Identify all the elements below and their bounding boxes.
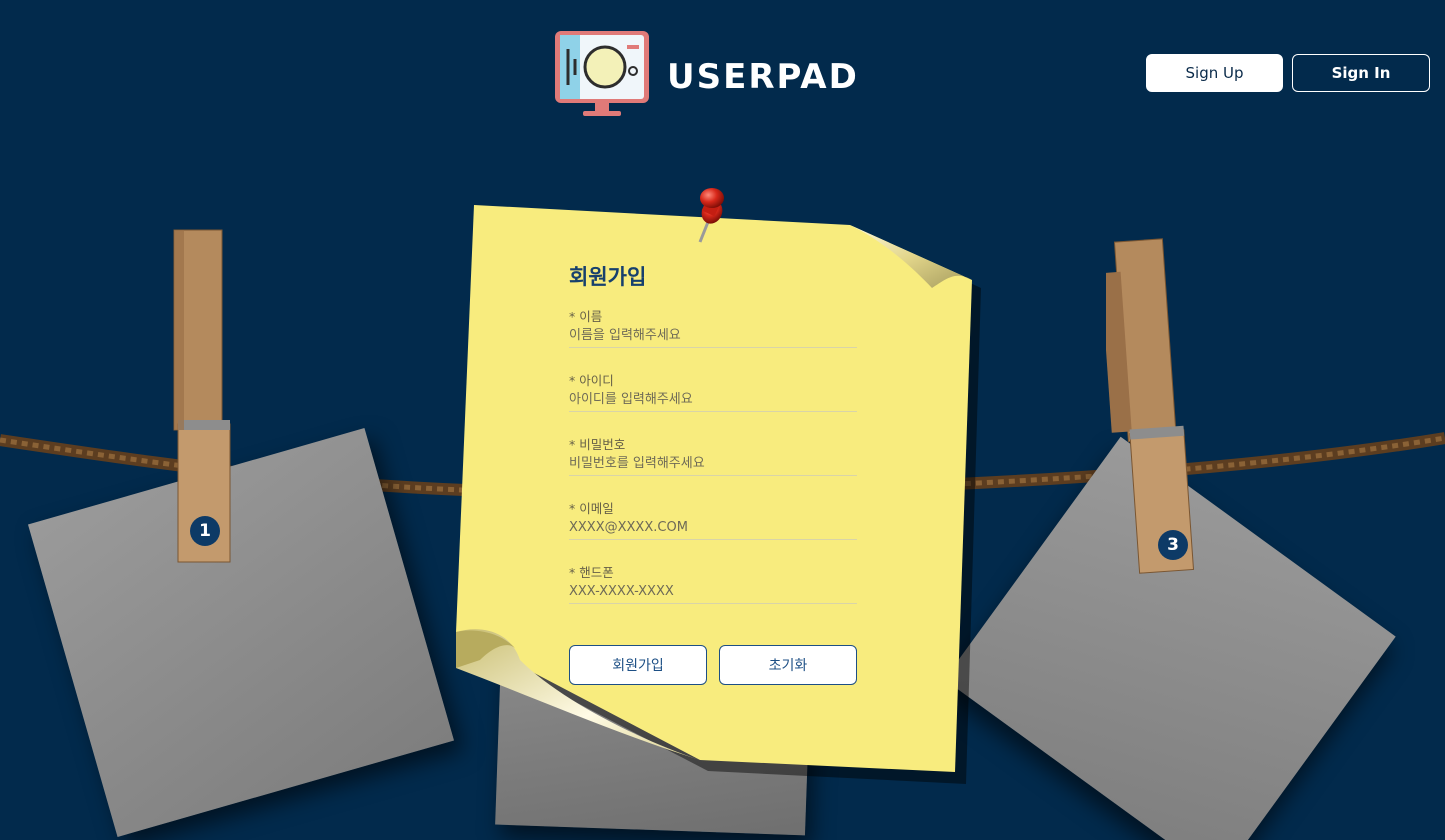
userid-input[interactable]	[569, 388, 857, 412]
name-label: * 이름	[569, 309, 603, 324]
email-input[interactable]	[569, 516, 857, 540]
peg-number-badge: 3	[1158, 530, 1188, 560]
brand-name: USERPAD	[667, 57, 859, 97]
phone-label: * 핸드폰	[569, 565, 614, 580]
brand-logo[interactable]: USERPAD	[553, 29, 873, 119]
email-field-group: * 이메일	[569, 498, 857, 562]
monitor-logo-icon	[555, 31, 649, 116]
phone-field-group: * 핸드폰	[569, 562, 857, 626]
reset-button[interactable]: 초기화	[719, 645, 857, 685]
password-input[interactable]	[569, 452, 857, 476]
userid-field-group: * 아이디	[569, 370, 857, 434]
name-input[interactable]	[569, 324, 857, 348]
submit-signup-button[interactable]: 회원가입	[569, 645, 707, 685]
name-field-group: * 이름	[569, 306, 857, 370]
sign-in-button[interactable]: Sign In	[1292, 54, 1430, 92]
peg-number-badge: 1	[190, 516, 220, 546]
form-title: 회원가입	[569, 265, 647, 289]
password-label: * 비밀번호	[569, 437, 626, 452]
phone-input[interactable]	[569, 580, 857, 604]
sign-up-button[interactable]: Sign Up	[1146, 54, 1283, 92]
signup-form: 회원가입 * 이름 * 아이디 * 비밀번호 * 이메일 * 핸드폰	[569, 262, 857, 626]
userid-label: * 아이디	[569, 373, 614, 388]
form-button-row: 회원가입 초기화	[569, 645, 857, 685]
clothespin-1: 1	[172, 228, 234, 564]
password-field-group: * 비밀번호	[569, 434, 857, 498]
email-label: * 이메일	[569, 501, 614, 516]
clothespin-3: 3	[1100, 236, 1196, 576]
page-background: 1 3 USERPAD Sign Up Sign In 회원가입 * 이름 이름…	[0, 0, 1445, 840]
